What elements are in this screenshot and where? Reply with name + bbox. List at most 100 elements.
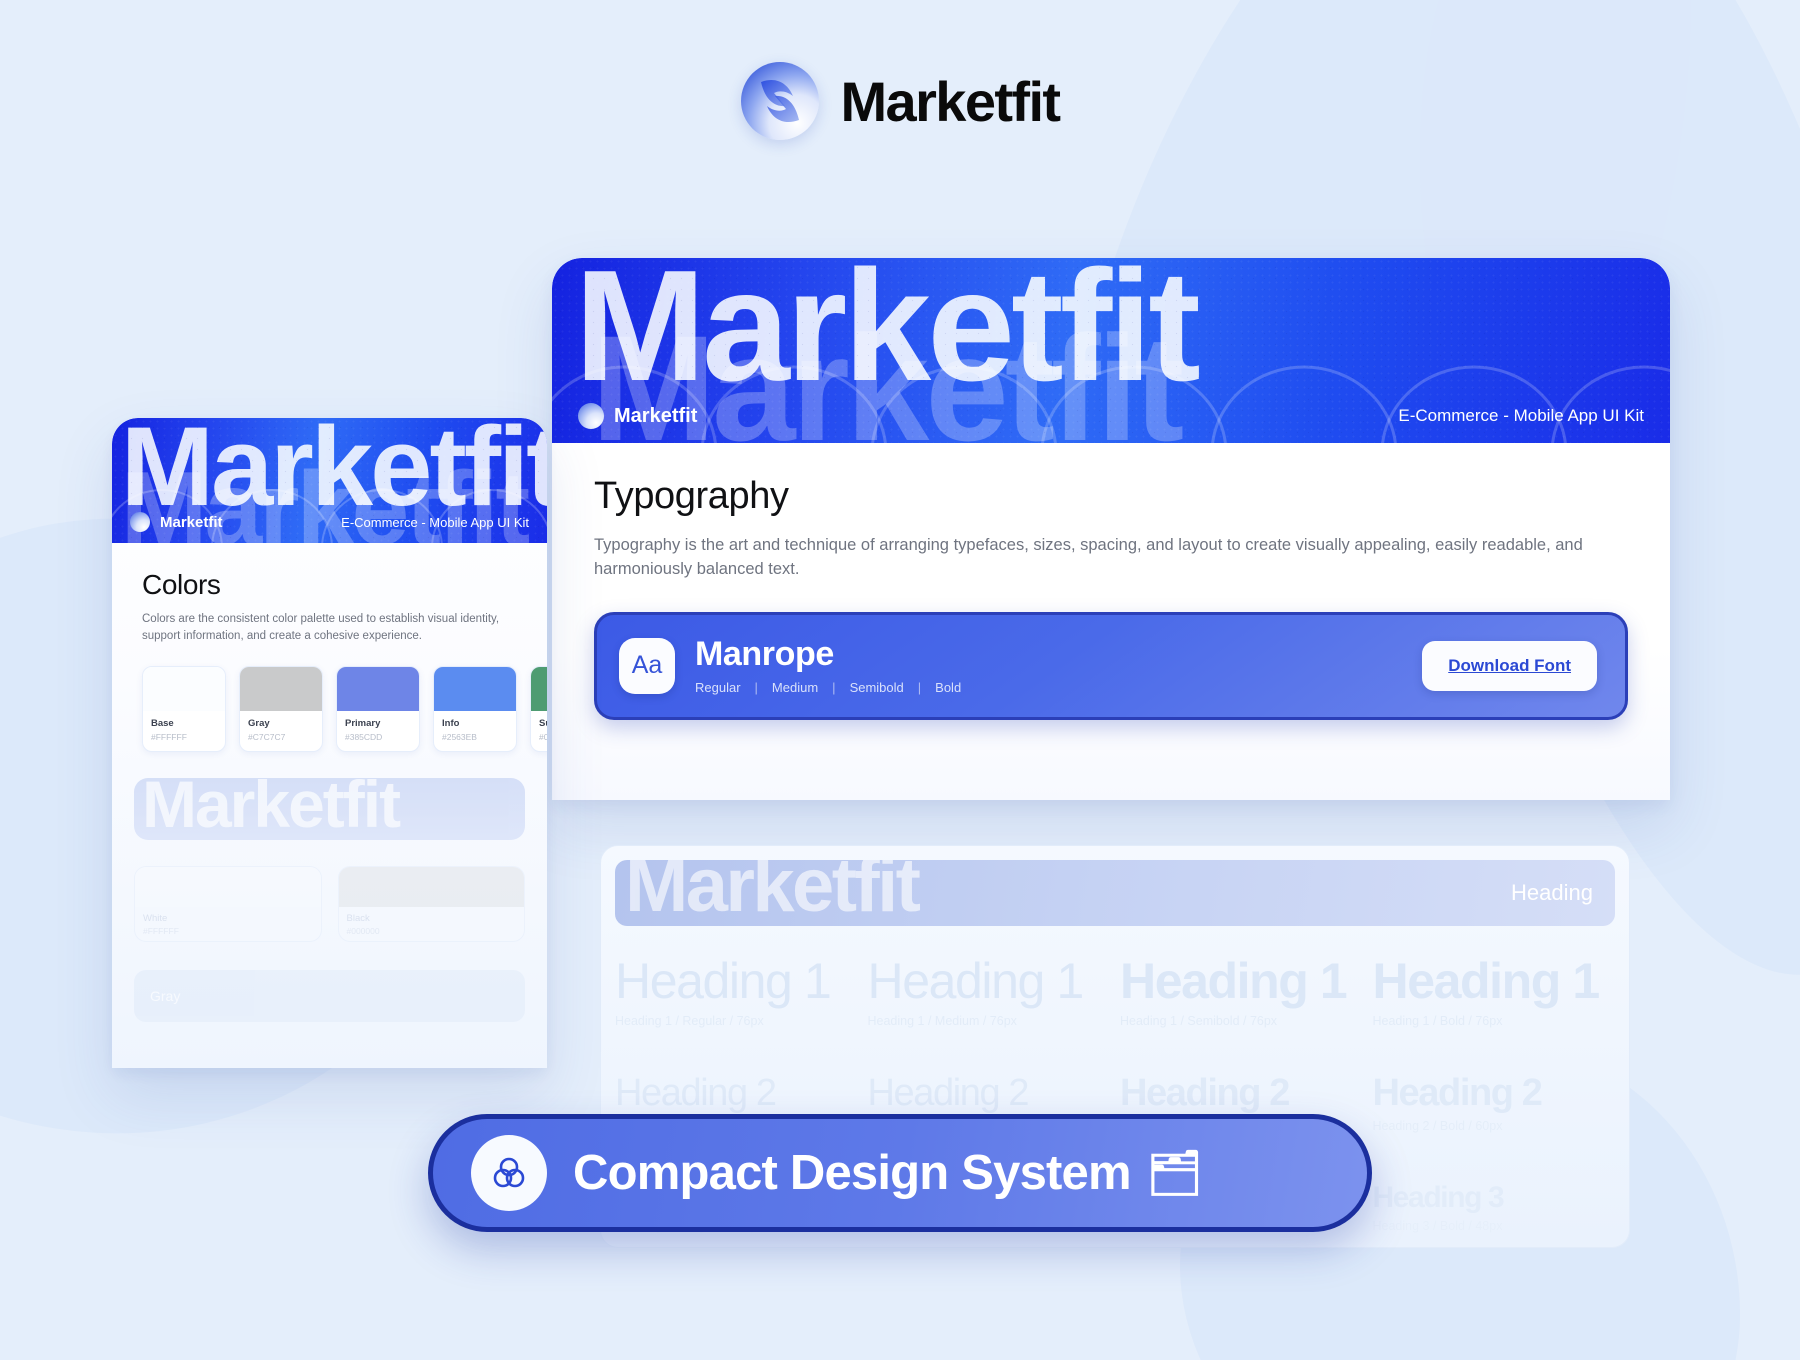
color-swatch[interactable]: Info #2563EB	[433, 666, 517, 753]
swatch-name: Info	[442, 718, 460, 730]
banner-bar: Marketfit E-Commerce - Mobile App UI Kit	[552, 389, 1670, 443]
compact-design-system-button[interactable]: Compact Design System 🗂	[428, 1114, 1372, 1232]
brand-title: Marketfit	[840, 69, 1062, 133]
colors-card[interactable]: Marketfit Marketfit Marketfit E-Commerce…	[112, 418, 547, 1068]
specimen-sample: Heading 2	[615, 1072, 777, 1114]
font-info: Aa Manrope Regular | Medium | Semibold | Bold	[619, 635, 962, 695]
swatch-hex: #C7C7C7	[248, 732, 286, 743]
specimen-sample: Heading 2	[1372, 1072, 1543, 1114]
band-watermark: Marketfit	[142, 778, 401, 841]
specimen-caption: Heading 1 / Medium / 76px	[867, 1014, 1017, 1028]
swatch-name: Primary	[345, 718, 381, 730]
weight-separator: |	[832, 679, 836, 695]
swatch-hex: #385CDD	[345, 732, 383, 743]
folder-icon: 🗂	[1146, 1149, 1203, 1198]
swatch-color-chip	[434, 667, 516, 712]
color-swatch[interactable]: Base #FFFFFF	[142, 666, 226, 753]
color-swatch-row: Base #FFFFFF Gray #C7C7C7 Primary #385CDD Info…	[142, 666, 547, 753]
ghost-section-label: Gray	[150, 988, 181, 1005]
ghost-color-swatch: White #FFFFFF	[134, 866, 322, 943]
venn-circles-icon	[471, 1135, 547, 1211]
swatch-color-chip	[143, 667, 225, 712]
weight-separator: |	[917, 679, 922, 695]
card-banner: Marketfit Marketfit Marketfit E-Commerce…	[112, 418, 547, 543]
swatch-color-chip	[531, 667, 547, 712]
ghost-color-swatch: Black #000000	[337, 866, 525, 943]
ghost-swatch-hex: #000000	[346, 926, 380, 937]
typography-content: Typography Typography is the art and tec…	[552, 443, 1670, 582]
font-name: Manrope	[695, 635, 834, 673]
specimen-cell: Heading 1 Heading 1 / Regular / 76px	[615, 952, 858, 1028]
font-weight-item: Semibold	[849, 679, 904, 695]
card-banner: Marketfit Marketfit Marketfit E-Commerce…	[552, 258, 1670, 443]
faded-watermark-band: Marketfit	[134, 778, 525, 841]
swatch-hex: #FFFFFF	[151, 732, 187, 743]
colors-description: Colors are the consistent color palette …	[142, 613, 500, 642]
specimen-sample: Heading 1	[1120, 953, 1348, 1009]
specimen-cell: Heading 3 Heading 3 / Bold / 48px	[1373, 1181, 1616, 1233]
color-swatch[interactable]: Gray #C7C7C7	[239, 666, 323, 753]
ghost-swatch-row: White #FFFFFF Black #000000	[134, 866, 525, 943]
font-weight-item: Medium	[771, 679, 819, 695]
swatch-hex: #00652B	[539, 732, 547, 743]
swatch-name: Gray	[248, 718, 270, 730]
swatch-color-chip	[337, 667, 419, 712]
specimen-sample: Heading 1	[867, 953, 1085, 1009]
specimen-header-label: Heading	[1511, 880, 1593, 905]
banner-kit-label: E-Commerce - Mobile App UI Kit	[341, 514, 529, 530]
aa-badge-icon: Aa	[619, 637, 675, 694]
specimen-caption: Heading 3 / Bold / 48px	[1372, 1219, 1503, 1233]
ghost-swatch-chip	[135, 867, 321, 908]
swatch-name: Success	[539, 718, 547, 730]
specimen-cell: Heading 1 Heading 1 / Bold / 76px	[1373, 952, 1616, 1028]
weight-separator: |	[754, 679, 758, 695]
specimen-caption: Heading 1 / Semibold / 76px	[1120, 1014, 1278, 1028]
swatch-meta: Gray #C7C7C7	[240, 711, 322, 751]
marketfit-swirl-icon	[740, 62, 819, 140]
marketfit-swirl-icon	[578, 403, 604, 429]
font-family-strip[interactable]: Aa Manrope Regular | Medium | Semibold | Bold …	[594, 611, 1628, 720]
swatch-meta: Info #2563EB	[434, 711, 516, 751]
specimen-caption: Heading 1 / Regular / 76px	[615, 1014, 764, 1028]
ghost-swatch-chip	[338, 867, 524, 908]
specimen-header: Marketfit Heading	[615, 860, 1615, 926]
specimen-sample: Heading 2	[1120, 1072, 1290, 1114]
banner-logo-label: Marketfit	[160, 513, 223, 531]
colors-content: Colors Colors are the consistent color p…	[112, 543, 547, 644]
cta-label-wrap: Compact Design System 🗂	[573, 1145, 1203, 1201]
color-swatch[interactable]: Primary #385CDD	[336, 666, 420, 753]
color-swatch[interactable]: Success #00652B	[530, 666, 547, 753]
banner-logo: Marketfit	[130, 512, 223, 532]
specimen-caption: Heading 2 / Bold / 60px	[1372, 1119, 1503, 1133]
specimen-row: Heading 1 Heading 1 / Regular / 76px Headi…	[615, 952, 1615, 1028]
banner-kit-label: E-Commerce - Mobile App UI Kit	[1398, 406, 1644, 425]
font-meta: Manrope Regular | Medium | Semibold | Bold	[695, 635, 962, 695]
typography-card[interactable]: Marketfit Marketfit Marketfit E-Commerce…	[552, 258, 1670, 800]
ghost-section-bar: Gray	[134, 970, 525, 1023]
swatch-meta: Success #00652B	[531, 711, 547, 751]
specimen-sample: Heading 1	[615, 953, 832, 1009]
specimen-sample: Heading 1	[1372, 953, 1601, 1009]
typography-description: Typography is the art and technique of a…	[594, 536, 1583, 578]
ghost-swatch-hex: #FFFFFF	[143, 926, 179, 937]
banner-logo-label: Marketfit	[614, 404, 698, 427]
font-weight-item: Bold	[935, 679, 962, 695]
ghost-swatch-name: Black	[346, 913, 370, 925]
typography-title: Typography	[594, 475, 789, 517]
cta-label: Compact Design System	[573, 1146, 1132, 1200]
banner-bar: Marketfit E-Commerce - Mobile App UI Kit	[112, 501, 547, 543]
specimen-sample: Heading 3	[1372, 1181, 1505, 1214]
specimen-sample: Heading 2	[867, 1072, 1030, 1114]
specimen-caption: Heading 1 / Bold / 76px	[1372, 1014, 1503, 1028]
marketfit-swirl-icon	[130, 512, 150, 532]
specimen-watermark: Marketfit	[625, 860, 921, 926]
specimen-cell: Heading 2 Heading 2 / Bold / 60px	[1373, 1072, 1616, 1133]
specimen-cell: Heading 1 Heading 1 / Semibold / 76px	[1120, 952, 1363, 1028]
swatch-name: Base	[151, 718, 174, 730]
swatch-meta: Primary #385CDD	[337, 711, 419, 751]
banner-logo: Marketfit	[578, 403, 697, 429]
swatch-color-chip	[240, 667, 322, 712]
font-weight-item: Regular	[695, 679, 741, 695]
download-font-button[interactable]: Download Font	[1422, 640, 1597, 691]
swatch-meta: Base #FFFFFF	[143, 711, 225, 751]
